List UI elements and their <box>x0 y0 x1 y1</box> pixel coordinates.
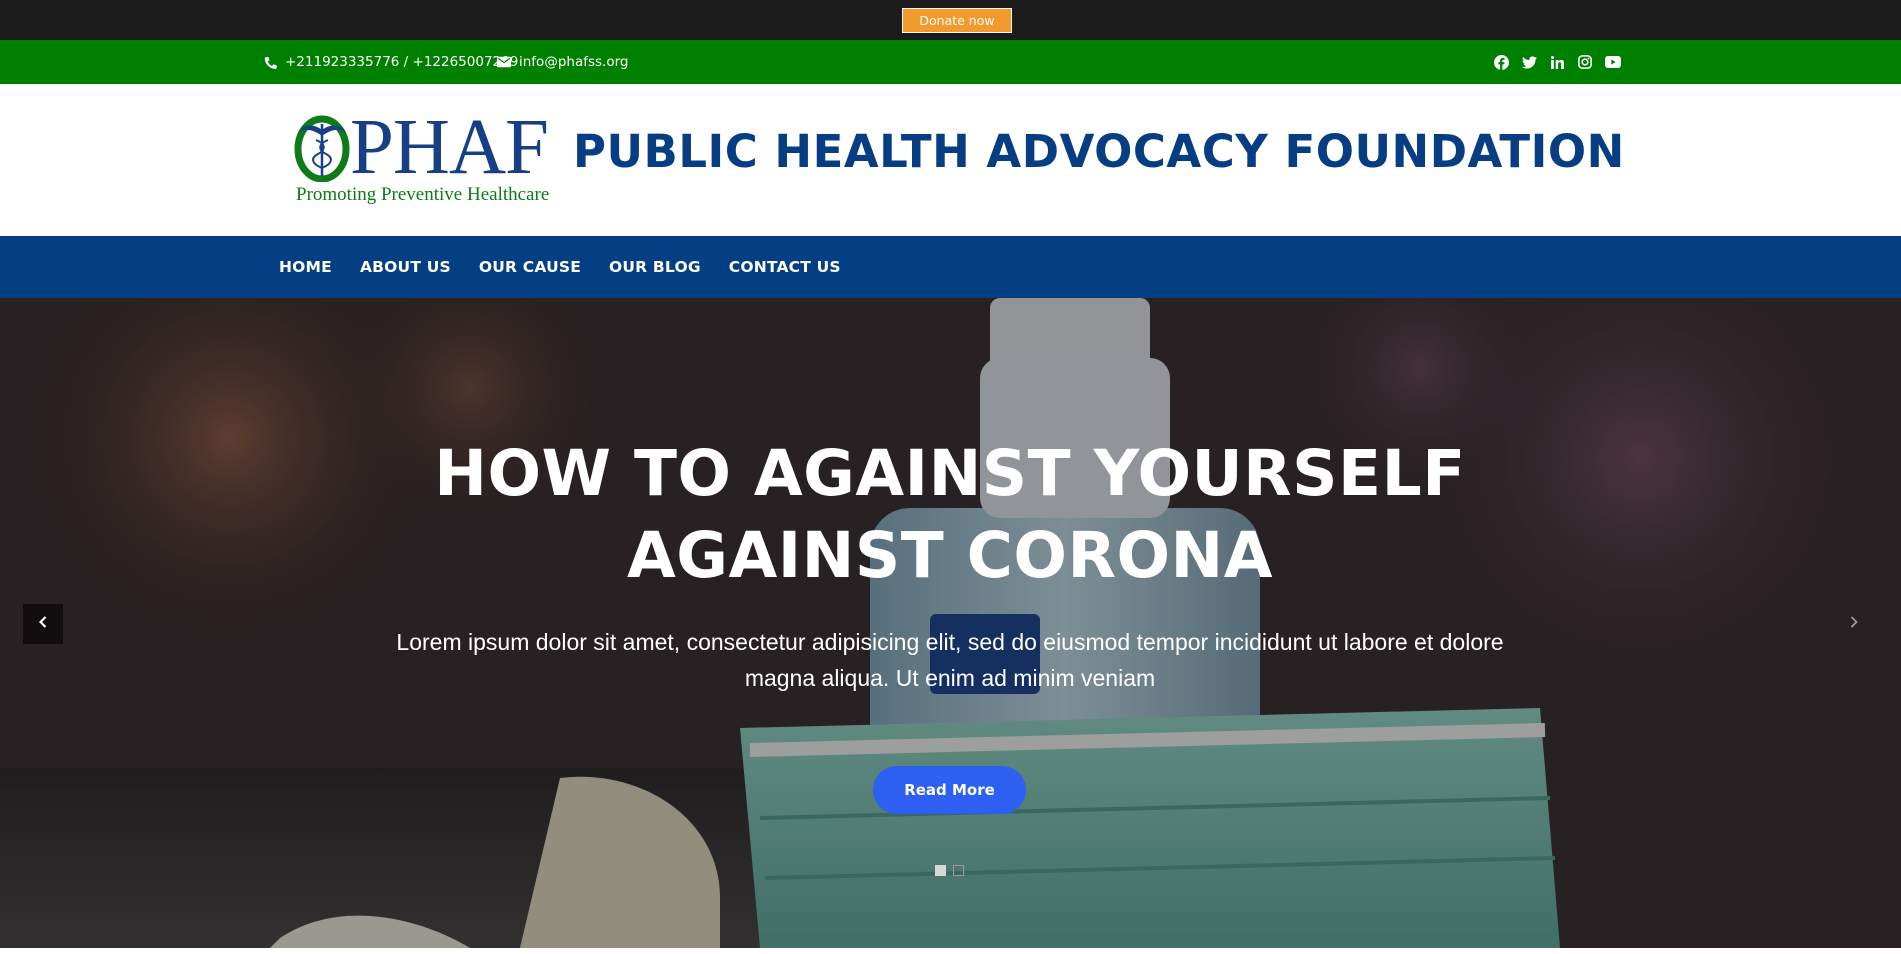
site-header: PHAF Promoting Preventive Healthcare PUB… <box>0 84 1901 236</box>
slider-next-button[interactable] <box>1834 604 1874 644</box>
contact-bar: +211923335776 / +12265007209 info@phafss… <box>0 40 1901 84</box>
read-more-button[interactable]: Read More <box>873 766 1026 814</box>
envelope-icon <box>497 56 511 68</box>
main-nav: HOME ABOUT US OUR CAUSE OUR BLOG CONTACT… <box>0 236 1901 298</box>
donate-button[interactable]: Donate now <box>902 8 1012 33</box>
hero-slider: HOW TO AGAINST YOURSELF AGAINST CORONA L… <box>0 298 1901 948</box>
hero-title: HOW TO AGAINST YOURSELF AGAINST CORONA <box>434 437 1466 592</box>
nav-item-our-cause[interactable]: OUR CAUSE <box>479 236 581 298</box>
instagram-icon[interactable] <box>1576 53 1594 71</box>
phone-icon <box>264 56 277 69</box>
org-title: PUBLIC HEALTH ADVOCACY FOUNDATION <box>573 125 1625 178</box>
chevron-right-icon <box>1850 615 1858 633</box>
caduceus-logo-icon <box>294 114 350 183</box>
facebook-icon[interactable] <box>1492 53 1510 71</box>
logo-wordmark: PHAF <box>350 104 549 191</box>
chevron-left-icon <box>38 615 47 633</box>
slider-dot-1[interactable] <box>935 865 946 876</box>
phone-contact[interactable]: +211923335776 / +12265007209 <box>264 40 518 84</box>
twitter-icon[interactable] <box>1520 53 1538 71</box>
email-contact[interactable]: info@phafss.org <box>497 40 628 84</box>
nav-item-our-blog[interactable]: OUR BLOG <box>609 236 701 298</box>
nav-item-contact-us[interactable]: CONTACT US <box>729 236 841 298</box>
logo-tagline: Promoting Preventive Healthcare <box>296 184 550 205</box>
slider-prev-button[interactable] <box>23 604 63 644</box>
hero-overlay <box>0 298 1901 948</box>
email-address: info@phafss.org <box>519 54 629 70</box>
phone-number: +211923335776 / +12265007209 <box>285 54 519 70</box>
slider-dot-2[interactable] <box>953 865 964 876</box>
linkedin-icon[interactable] <box>1548 53 1566 71</box>
nav-item-home[interactable]: HOME <box>279 236 332 298</box>
nav-item-about-us[interactable]: ABOUT US <box>360 236 451 298</box>
logo[interactable]: PHAF Promoting Preventive Healthcare <box>294 108 556 208</box>
hero-description: Lorem ipsum dolor sit amet, consectetur … <box>396 629 1504 691</box>
slider-dots <box>935 865 964 876</box>
social-links <box>1482 40 1622 84</box>
youtube-icon[interactable] <box>1604 53 1622 71</box>
donate-bar: Donate now <box>0 0 1901 40</box>
